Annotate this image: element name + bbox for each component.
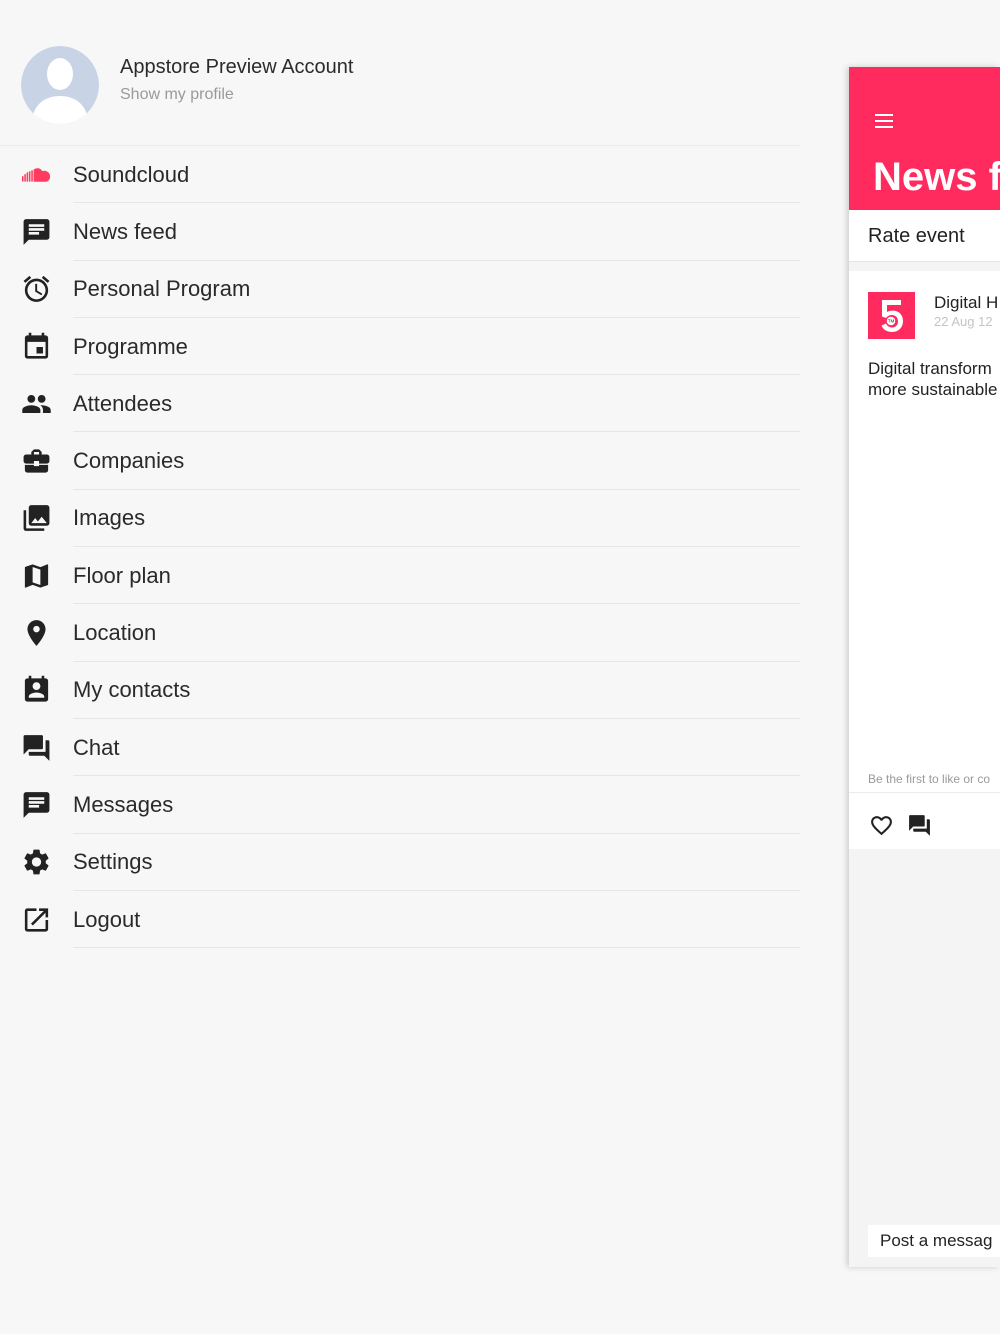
hamburger-menu-icon[interactable] xyxy=(875,114,893,128)
card-divider xyxy=(849,792,1000,793)
menu-item-label: Floor plan xyxy=(73,562,171,588)
people-icon xyxy=(21,388,52,419)
briefcase-icon xyxy=(21,446,52,477)
forum-icon xyxy=(21,732,52,763)
company-logo-icon: TM xyxy=(868,292,915,339)
page-title: News fe xyxy=(873,155,1000,199)
location-pin-icon xyxy=(21,618,52,649)
post-message-input[interactable] xyxy=(868,1225,1000,1257)
menu-item-messages[interactable]: Messages xyxy=(0,776,800,834)
show-profile-link[interactable]: Show my profile xyxy=(120,86,234,104)
menu-item-settings[interactable]: Settings xyxy=(0,834,800,891)
menu-item-programme[interactable]: Programme xyxy=(0,318,800,376)
rate-event-label: Rate event xyxy=(868,225,965,247)
external-link-icon xyxy=(21,904,52,935)
post-text: Digital transform more sustainable xyxy=(868,359,998,399)
menu-item-label: My contacts xyxy=(73,677,191,703)
menu-item-label: Attendees xyxy=(73,390,173,416)
avatar-placeholder-icon xyxy=(21,46,99,124)
menu-item-label: Settings xyxy=(73,849,153,875)
news-post-card: TM Digital H 22 Aug 12 Digital transform… xyxy=(849,271,1000,849)
menu-item-location[interactable]: Location xyxy=(0,604,800,662)
menu-item-label: Companies xyxy=(73,448,185,474)
menu-item-soundcloud[interactable]: Soundcloud xyxy=(0,146,800,204)
menu-item-label: Programme xyxy=(73,333,188,359)
menu-item-label: Personal Program xyxy=(73,276,251,302)
profile-header[interactable]: Appstore Preview Account Show my profile xyxy=(0,0,800,146)
avatar[interactable] xyxy=(21,46,99,124)
likes-summary: Be the first to like or co xyxy=(868,772,991,786)
menu-item-label: Messages xyxy=(73,791,174,817)
menu-item-chat[interactable]: Chat xyxy=(0,719,800,777)
menu-item-attendees[interactable]: Attendees xyxy=(0,375,800,433)
menu-item-label: Location xyxy=(73,620,157,646)
soundcloud-icon xyxy=(21,159,52,190)
profile-name: Appstore Preview Account xyxy=(120,56,354,78)
heart-icon[interactable] xyxy=(869,813,894,838)
menu-item-floor-plan[interactable]: Floor plan xyxy=(0,547,800,605)
rate-event-button[interactable]: Rate event xyxy=(849,210,1000,262)
contact-card-icon xyxy=(21,675,52,706)
menu-item-label: News feed xyxy=(73,218,177,244)
panel-header: News fe xyxy=(849,67,1000,210)
alarm-clock-icon xyxy=(21,274,52,305)
calendar-icon xyxy=(21,331,52,362)
svg-text:TM: TM xyxy=(888,319,895,324)
comment-icon[interactable] xyxy=(906,813,933,838)
chat-bubble-icon xyxy=(21,216,52,247)
menu-item-label: Images xyxy=(73,505,146,531)
menu-item-my-contacts[interactable]: My contacts xyxy=(0,662,800,719)
map-icon xyxy=(21,560,52,591)
gear-icon xyxy=(21,847,52,878)
menu-item-companies[interactable]: Companies xyxy=(0,432,800,490)
navigation-menu: Soundcloud News feed Personal Program Pr… xyxy=(0,146,800,949)
post-author: Digital H xyxy=(934,293,999,312)
news-feed-panel[interactable]: News fe Rate event TM Digital H 22 Aug 1… xyxy=(849,67,1000,1267)
post-date: 22 Aug 12 xyxy=(934,314,993,329)
menu-item-images[interactable]: Images xyxy=(0,490,800,548)
message-icon xyxy=(21,789,52,820)
menu-item-news-feed[interactable]: News feed xyxy=(0,203,800,261)
menu-item-label: Logout xyxy=(73,906,141,932)
photo-library-icon xyxy=(21,503,52,534)
menu-item-label: Chat xyxy=(73,734,120,760)
menu-item-logout[interactable]: Logout xyxy=(0,891,800,949)
menu-item-personal-program[interactable]: Personal Program xyxy=(0,261,800,318)
menu-item-label: Soundcloud xyxy=(73,161,190,187)
